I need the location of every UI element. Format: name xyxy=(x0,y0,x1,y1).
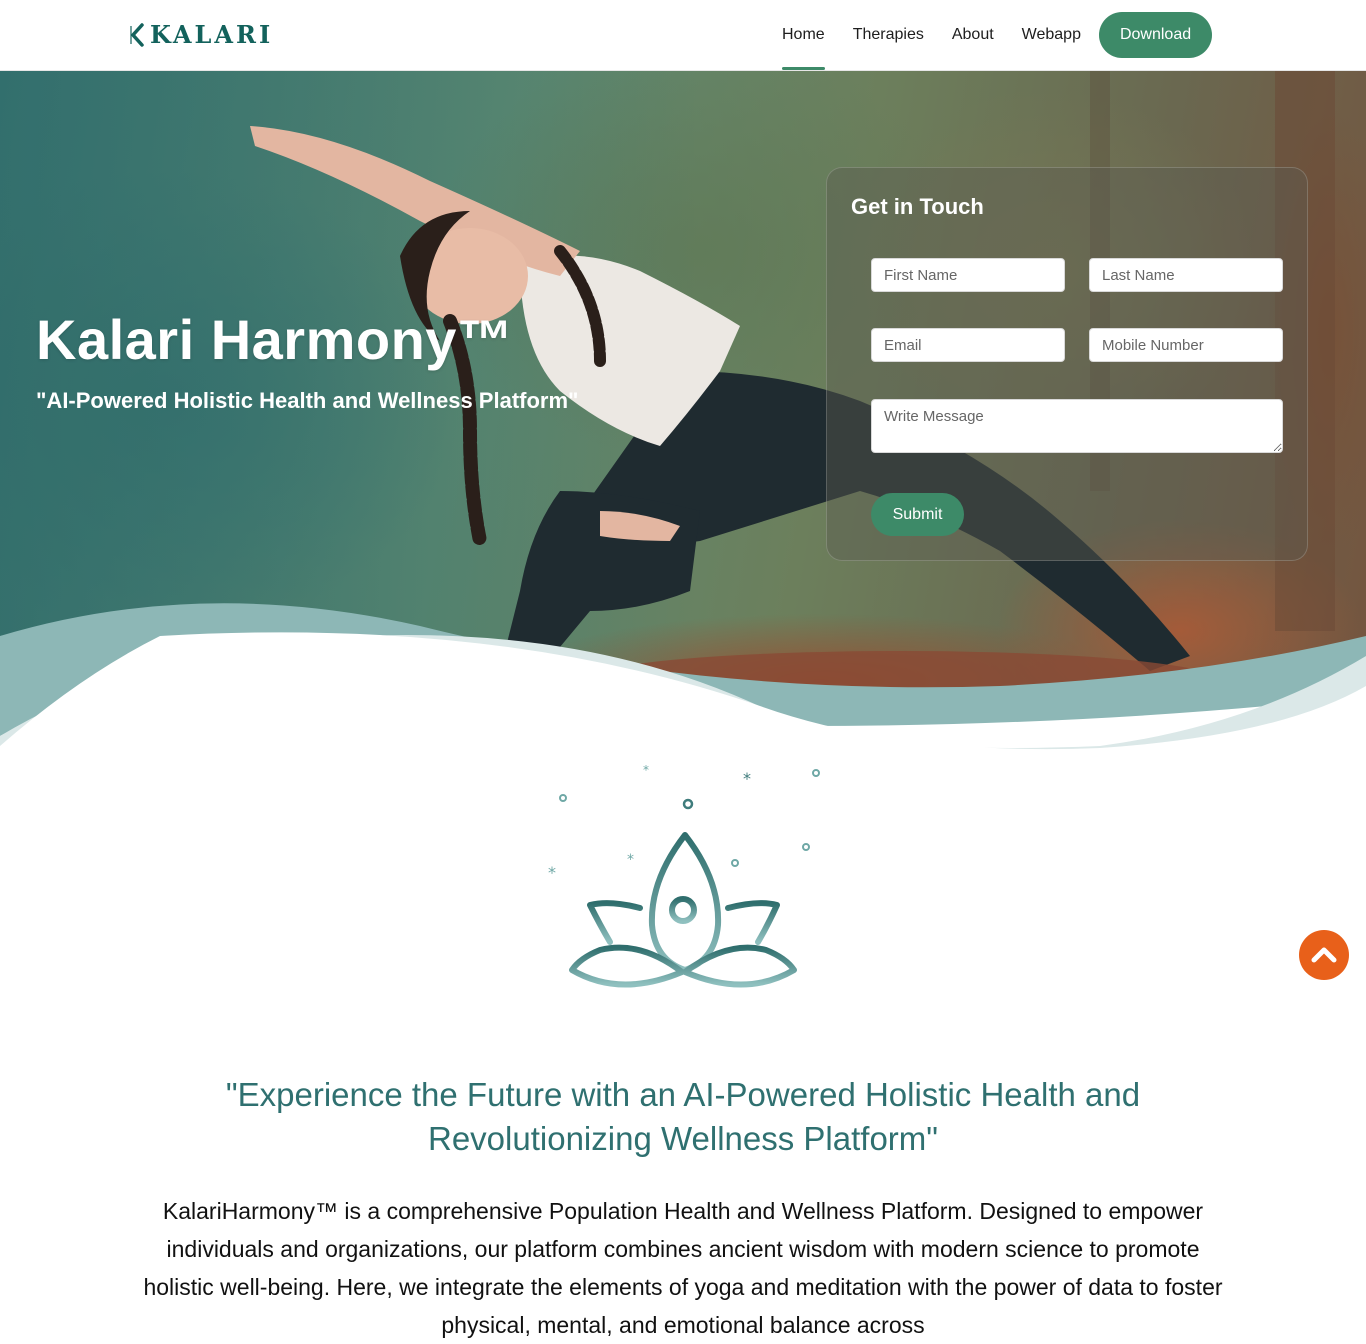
chevron-up-icon xyxy=(1311,947,1337,963)
hero-title: Kalari Harmony™ xyxy=(36,308,514,371)
hero-subtitle: "AI-Powered Holistic Health and Wellness… xyxy=(36,388,579,413)
nav-home[interactable]: Home xyxy=(768,0,839,70)
nav-webapp[interactable]: Webapp xyxy=(1008,0,1095,70)
logo[interactable]: KALARI xyxy=(128,22,273,48)
svg-text:*: * xyxy=(743,769,751,788)
svg-text:*: * xyxy=(643,763,649,777)
last-name-input[interactable] xyxy=(1089,258,1283,292)
site-header: KALARI Home Therapies About Webapp Downl… xyxy=(0,0,1366,71)
lotus-meditation-icon: * * * * xyxy=(535,763,831,1026)
mobile-number-input[interactable] xyxy=(1089,328,1283,362)
email-input[interactable] xyxy=(871,328,1065,362)
first-name-input[interactable] xyxy=(871,258,1065,292)
svg-text:*: * xyxy=(548,863,556,882)
feature-headline: "Experience the Future with an AI-Powere… xyxy=(225,1076,1141,1157)
logo-text: KALARI xyxy=(150,20,274,49)
submit-button[interactable]: Submit xyxy=(871,493,964,536)
contact-form: Get in Touch Submit xyxy=(826,167,1308,561)
svg-text:*: * xyxy=(627,852,634,868)
intro-paragraph: KalariHarmony™ is a comprehensive Popula… xyxy=(143,1198,1223,1338)
contact-form-title: Get in Touch xyxy=(851,194,984,219)
main-nav: Home Therapies About Webapp Download xyxy=(768,0,1213,70)
hero-wave-divider xyxy=(0,603,1366,756)
message-textarea[interactable] xyxy=(871,399,1283,453)
download-button[interactable]: Download xyxy=(1098,12,1213,58)
nav-about[interactable]: About xyxy=(938,0,1008,70)
scroll-to-top-button[interactable] xyxy=(1299,930,1349,980)
nav-therapies[interactable]: Therapies xyxy=(839,0,938,70)
kalari-k-mark-icon xyxy=(130,23,144,47)
